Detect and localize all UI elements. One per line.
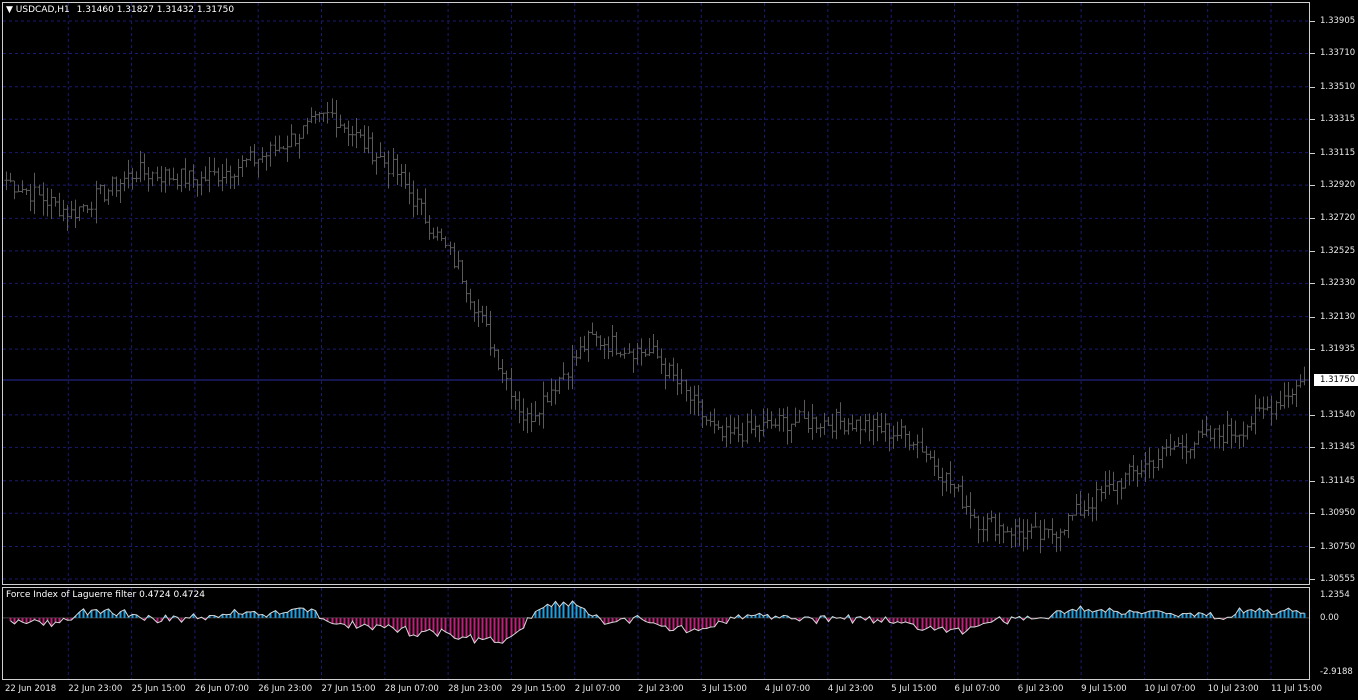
- price-tick-label: 1.30950: [1320, 508, 1356, 519]
- time-tick-label: 26 Jun 07:00: [194, 684, 249, 694]
- time-tick-label: 26 Jun 23:00: [258, 684, 313, 694]
- price-tick-mark: [1310, 447, 1315, 449]
- time-tick-label: 22 Jun 23:00: [68, 684, 123, 694]
- chart-title: ▼ USDCAD,H1 1.31460 1.31827 1.31432 1.31…: [6, 5, 234, 15]
- time-tick-label: 10 Jul 23:00: [1207, 684, 1259, 694]
- price-tick-mark: [1310, 414, 1315, 416]
- current-price-label: 1.31750: [1314, 373, 1358, 386]
- price-tick-mark: [1310, 250, 1315, 252]
- indicator-tick-label: 0.00: [1320, 612, 1339, 623]
- time-tick-label: 11 Jul 15:00: [1271, 684, 1322, 694]
- price-tick-label: 1.33115: [1320, 147, 1356, 158]
- price-tick-label: 1.32720: [1320, 213, 1356, 224]
- time-tick-label: 2 Jul 23:00: [638, 684, 684, 694]
- time-tick-label: 2 Jul 07:00: [574, 684, 621, 694]
- price-tick-label: 1.33510: [1320, 81, 1356, 92]
- price-tick-label: 1.32920: [1320, 180, 1356, 191]
- price-tick-mark: [1310, 21, 1315, 22]
- indicator-tick-label: 1.2354: [1320, 590, 1350, 600]
- ohlc-values: 1.31460 1.31827 1.31432 1.31750: [76, 5, 235, 15]
- indicator-tick-label: -2.9188: [1320, 667, 1353, 677]
- price-tick-label: 1.31345: [1320, 442, 1356, 453]
- price-tick-label: 1.31935: [1320, 344, 1356, 355]
- price-tick-label: 1.33710: [1320, 48, 1356, 59]
- time-tick-label: 27 Jun 15:00: [321, 684, 376, 694]
- time-tick-label: 9 Jul 15:00: [1081, 684, 1127, 694]
- price-tick-mark: [1310, 480, 1315, 482]
- time-tick-label: 6 Jul 23:00: [1017, 684, 1064, 694]
- time-tick-label: 29 Jun 15:00: [511, 684, 566, 694]
- symbol-label: USDCAD,H1: [15, 5, 70, 15]
- price-tick-label: 1.32330: [1320, 278, 1356, 289]
- price-tick-label: 1.30555: [1320, 574, 1356, 584]
- price-tick-mark: [1310, 349, 1315, 351]
- time-tick-label: 3 Jul 15:00: [701, 684, 747, 694]
- time-tick-label: 4 Jul 07:00: [764, 684, 811, 694]
- price-tick-mark: [1310, 513, 1315, 515]
- price-tick-mark: [1310, 218, 1315, 220]
- dropdown-triangle-icon[interactable]: ▼: [6, 5, 13, 15]
- time-tick-label: 25 Jun 15:00: [131, 684, 186, 694]
- price-tick-mark: [1310, 579, 1315, 580]
- price-tick-mark: [1310, 86, 1315, 88]
- price-tick-mark: [1310, 119, 1315, 121]
- time-tick-label: 4 Jul 23:00: [827, 684, 874, 694]
- price-tick-label: 1.33905: [1320, 16, 1356, 26]
- price-tick-mark: [1310, 316, 1315, 318]
- price-tick-label: 1.31540: [1320, 409, 1356, 420]
- price-tick-label: 1.33315: [1320, 114, 1356, 125]
- price-tick-label: 1.32525: [1320, 245, 1356, 256]
- time-tick-label: 28 Jun 07:00: [384, 684, 439, 694]
- price-tick-mark: [1310, 185, 1315, 187]
- price-tick-label: 1.31145: [1320, 475, 1356, 486]
- price-tick-label: 1.32130: [1320, 311, 1356, 322]
- time-tick-label: 22 Jun 2018: [5, 684, 57, 694]
- time-tick-label: 28 Jun 23:00: [448, 684, 503, 694]
- time-tick-label: 6 Jul 07:00: [954, 684, 1001, 694]
- time-tick-label: 5 Jul 15:00: [891, 684, 937, 694]
- price-tick-mark: [1310, 546, 1315, 548]
- indicator-title: Force Index of Laguerre filter 0.4724 0.…: [6, 590, 205, 600]
- time-tick-label: 10 Jul 07:00: [1144, 684, 1196, 694]
- price-tick-mark: [1310, 53, 1315, 55]
- price-tick-label: 1.30750: [1320, 541, 1356, 552]
- price-tick-mark: [1310, 283, 1315, 285]
- price-tick-mark: [1310, 152, 1315, 154]
